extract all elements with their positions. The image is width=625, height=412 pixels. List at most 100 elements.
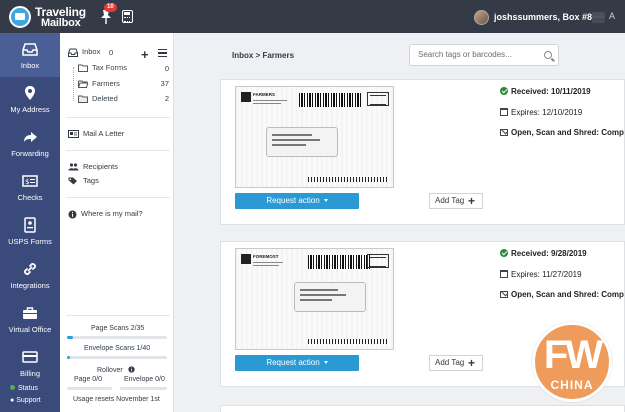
sidebar-recipients[interactable]: Recipients [68,162,118,171]
return-address: FARMERS [241,92,301,106]
folder-label: Tax Forms [92,63,128,72]
divider [66,150,170,151]
search-icon[interactable] [544,51,552,59]
avatar[interactable] [474,10,489,25]
nav-support-link[interactable]: ● Support [10,397,41,404]
mail-item-card-partial [220,405,625,412]
rollover-info-icon[interactable] [128,366,135,373]
request-action-button[interactable]: Request action [235,193,359,209]
info-icon [68,210,77,219]
add-tag-button[interactable]: Add Tag + [429,193,483,209]
plus-icon: + [468,194,476,208]
rollover-envelope-bar [120,387,167,390]
sidebar-inbox[interactable]: Inbox [68,47,100,57]
nav-item-forwarding[interactable]: Forwarding [0,121,60,165]
sidebar-tags[interactable]: Tags [68,176,99,185]
check-circle-icon [500,249,508,257]
return-address: FOREMOST [241,254,301,268]
search-input[interactable] [418,50,538,59]
where-label: Where is my mail? [81,209,143,218]
recipients-label: Recipients [83,162,119,171]
logo[interactable]: Traveling Mailbox [9,5,109,29]
watermark-logo: FW CHINA [532,322,612,402]
nav-status-label: Status [18,385,38,392]
add-folder-icon[interactable]: + [141,47,149,62]
mail-item-card: FARMERS Request action Add Tag + Received… [220,79,625,225]
nav-label: Billing [19,369,40,378]
folder-count: 2 [164,94,169,103]
nav-label: Integrations [10,281,50,290]
sidebar-folder-farmers[interactable]: Farmers [78,79,120,89]
sender-name: FARMERS [253,92,276,97]
add-tag-button[interactable]: Add Tag + [429,355,483,371]
folder-count: 0 [164,64,169,73]
calendar-icon [500,108,508,116]
sidebar-folder-tax-forms[interactable]: Tax Forms [78,63,128,73]
calculator-icon[interactable] [122,10,133,23]
envelope-scan-image[interactable]: FOREMOST [235,248,394,350]
user-menu[interactable]: joshssummers, Box #8▒▒ [494,12,605,22]
sender-logo-icon [241,92,251,102]
nav-item-usps-forms[interactable]: USPS Forms [0,209,60,253]
watermark-big-text: FW [543,333,603,377]
menu-icon[interactable] [158,49,167,57]
envelope-scan-image[interactable]: FARMERS [235,86,394,188]
nav-label: USPS Forms [8,237,52,246]
nav-label: Checks [17,193,43,202]
logo-globe-icon [9,6,31,28]
received-status: Received: 9/28/2019 [500,249,587,258]
status-dot-icon [10,385,15,390]
breadcrumb[interactable]: Inbox > Farmers [232,51,294,60]
action-status: Open, Scan and Shred: Comp [500,128,624,137]
form-icon [24,217,36,233]
expires-status: Expires: 11/27/2019 [500,270,582,279]
envelope-scans-bar [67,356,167,359]
expires-date: Expires: 11/27/2019 [511,270,582,279]
plus-icon: + [468,356,476,370]
svg-text:$: $ [25,178,29,186]
add-tag-label: Add Tag [435,196,465,205]
nav-item-checks[interactable]: $ Checks [0,165,60,209]
nav-item-billing[interactable]: Billing [0,341,60,385]
top-extra-text[interactable]: A [609,11,615,21]
divider [66,117,170,118]
caret-down-icon [323,199,328,203]
folder-count: 37 [160,79,169,88]
nav-item-my-address[interactable]: My Address [0,77,60,121]
received-status: Received: 10/11/2019 [500,87,591,96]
add-tag-label: Add Tag [435,358,465,367]
top-bar: Traveling Mailbox 10 joshssummers, Box #… [0,0,625,33]
rollover-page: Page 0/0 [74,376,103,383]
action-text: Open, Scan and Shred: Comp [511,128,624,137]
notification-badge: 10 [104,3,117,12]
request-action-label: Request action [266,358,320,367]
nav-item-inbox[interactable]: Inbox [0,33,60,77]
nav-item-virtual-office[interactable]: Virtual Office [0,297,60,341]
postage-mark [367,254,389,268]
folder-label: Farmers [92,79,120,88]
nav-item-integrations[interactable]: Integrations [0,253,60,297]
divider [66,197,170,198]
trash-icon [78,95,88,104]
nav-label: My Address [10,105,50,114]
nav-status-link[interactable]: Status [10,385,38,392]
sidebar-where-is-my-mail[interactable]: Where is my mail? [68,209,143,219]
sidebar-folder-deleted[interactable]: Deleted [78,94,118,104]
expires-date: Expires: 12/10/2019 [511,108,583,117]
check-circle-icon [500,87,508,95]
rollover-heading: Rollover [97,366,135,374]
envelope-open-icon [500,129,508,136]
address-window [294,282,366,312]
action-text: Open, Scan and Shred: Comp [511,290,624,299]
request-action-button[interactable]: Request action [235,355,359,371]
username-text: joshssummers, Box #8 [494,12,593,22]
received-date: Received: 9/28/2019 [511,249,587,258]
rollover-envelope: Envelope 0/0 [124,376,165,383]
usage-resets-text: Usage resets November 1st [73,396,160,403]
link-icon [24,263,36,275]
page-scans-label: Page Scans 2/35 [91,325,145,332]
divider [66,315,170,316]
sidebar-mail-letter[interactable]: Mail A Letter [68,129,124,139]
sidebar-inbox-count: 0 [109,48,114,57]
caret-down-icon [323,361,328,365]
